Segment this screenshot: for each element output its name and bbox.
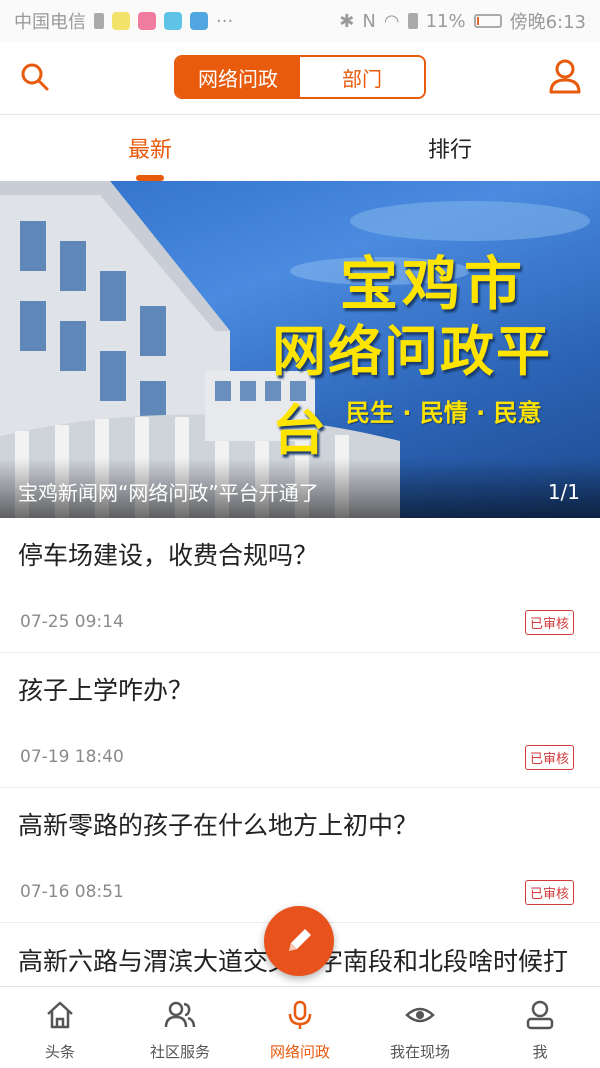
list-item[interactable]: 孩子上学咋办？ 07-19 18:40 已审核 bbox=[0, 653, 600, 788]
battery-icon bbox=[473, 14, 502, 28]
segment-bumen[interactable]: 部门 bbox=[300, 57, 424, 97]
tab-bar: 最新 排行 bbox=[0, 115, 600, 181]
segment-switch: 网络问政 部门 bbox=[174, 55, 426, 99]
people-icon bbox=[164, 1001, 196, 1028]
nfc-icon: N bbox=[362, 10, 376, 32]
bottom-nav: 头条 社区服务 网络问政 我在现场 我 bbox=[0, 986, 600, 1068]
tab-latest[interactable]: 最新 bbox=[0, 115, 300, 181]
signal-icon bbox=[407, 13, 418, 29]
bluetooth-icon: ✱ bbox=[339, 10, 355, 32]
status-badge: 已审核 bbox=[524, 610, 574, 635]
banner-page-indicator: 1/1 bbox=[547, 480, 580, 504]
pencil-icon bbox=[289, 929, 311, 951]
nav-label: 我在现场 bbox=[389, 1043, 450, 1061]
eye-icon bbox=[405, 1007, 435, 1023]
segment-wangluowenzheng[interactable]: 网络问政 bbox=[176, 57, 300, 97]
app-notification-icon bbox=[190, 12, 208, 30]
nav-headlines[interactable]: 头条 bbox=[0, 987, 120, 1068]
compose-button[interactable] bbox=[264, 906, 334, 976]
nav-wenzheng[interactable]: 网络问政 bbox=[240, 987, 360, 1068]
item-title: 孩子上学咋办？ bbox=[18, 676, 194, 705]
clock: 傍晚6:13 bbox=[509, 12, 586, 33]
item-time: 07-16 08:51 bbox=[20, 882, 124, 902]
item-title: 停车场建设，收费合规吗？ bbox=[18, 541, 319, 570]
app-notification-icon bbox=[164, 12, 182, 30]
nav-community[interactable]: 社区服务 bbox=[120, 987, 240, 1068]
more-notifications-icon: ··· bbox=[216, 10, 234, 32]
home-icon bbox=[47, 1001, 73, 1029]
battery-percent: 11% bbox=[425, 10, 466, 32]
nav-label: 头条 bbox=[44, 1043, 75, 1061]
list-item[interactable]: 高新零路的孩子在什么地方上初中？ 07-16 08:51 已审核 bbox=[0, 788, 600, 923]
app-notification-icon bbox=[112, 12, 130, 30]
wifi-icon: ◠ bbox=[383, 10, 400, 32]
status-badge: 已审核 bbox=[524, 745, 574, 770]
nav-label: 社区服务 bbox=[149, 1043, 210, 1061]
nav-onsite[interactable]: 我在现场 bbox=[360, 987, 480, 1068]
item-title: 高新零路的孩子在什么地方上初中？ bbox=[18, 811, 419, 840]
microphone-icon bbox=[288, 1000, 312, 1029]
tab-ranking[interactable]: 排行 bbox=[300, 115, 600, 181]
nav-label: 网络问政 bbox=[269, 1043, 330, 1061]
nav-me[interactable]: 我 bbox=[480, 987, 600, 1068]
tab-label: 排行 bbox=[427, 138, 472, 163]
search-icon[interactable] bbox=[20, 62, 50, 92]
nav-label: 我 bbox=[532, 1043, 548, 1061]
tab-label: 最新 bbox=[127, 138, 172, 163]
carrier-label: 中国电信 bbox=[14, 12, 86, 33]
banner-title-line2: 网络问政平台 bbox=[272, 320, 552, 462]
sim-icon bbox=[94, 13, 104, 29]
banner-caption: 宝鸡新闻网“网络问政”平台开通了 bbox=[18, 481, 319, 505]
item-time: 07-19 18:40 bbox=[20, 747, 124, 767]
item-time: 07-25 09:14 bbox=[20, 612, 124, 632]
status-badge: 已审核 bbox=[524, 880, 574, 905]
user-icon[interactable] bbox=[548, 58, 582, 94]
person-icon bbox=[526, 1000, 554, 1030]
banner-tagline: 民生 · 民情 · 民意 bbox=[346, 399, 542, 427]
list-item[interactable]: 停车场建设，收费合规吗？ 07-25 09:14 已审核 bbox=[0, 518, 600, 653]
status-bar: 中国电信 ··· ✱ N ◠ 11% 傍晚6:13 bbox=[0, 0, 600, 42]
app-header: 网络问政 部门 bbox=[0, 42, 600, 115]
app-notification-icon bbox=[138, 12, 156, 30]
banner-carousel[interactable]: 宝鸡市 网络问政平台 民生 · 民情 · 民意 宝鸡新闻网“网络问政”平台开通了… bbox=[0, 181, 600, 518]
